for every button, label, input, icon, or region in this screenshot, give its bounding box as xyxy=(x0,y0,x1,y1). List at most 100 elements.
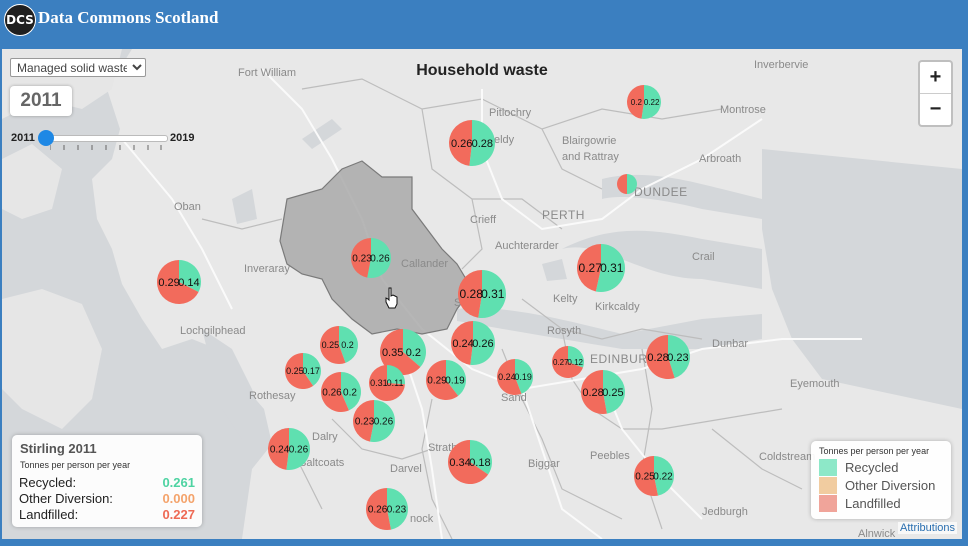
pie-label-landfilled: 0.24 xyxy=(452,338,473,350)
info-label: Other Diversion: xyxy=(19,491,113,506)
info-row-landfilled: Landfilled: 0.227 xyxy=(19,507,195,522)
pie-label-recycled: 0.26 xyxy=(289,445,309,456)
place-label: Inveraray xyxy=(244,263,290,275)
place-label: Montrose xyxy=(720,104,766,116)
zoom-in-button[interactable]: + xyxy=(920,62,951,94)
waste-pie-marker[interactable]: 0.220.2 xyxy=(626,84,662,120)
waste-pie-marker[interactable]: 0.190.29 xyxy=(425,359,467,401)
app-logo[interactable]: DCS xyxy=(4,4,36,36)
info-value-recycled: 0.261 xyxy=(162,475,195,490)
metric-select[interactable]: Managed solid waste xyxy=(10,58,146,77)
pie-label-recycled: 0.26 xyxy=(374,417,394,428)
waste-pie-marker[interactable]: 0.140.29 xyxy=(156,259,202,305)
pie-label-recycled: 0.26 xyxy=(472,338,493,350)
waste-pie-marker[interactable]: 0.220.25 xyxy=(633,455,675,497)
info-label: Landfilled: xyxy=(19,507,79,522)
info-title: Stirling 2011 xyxy=(20,441,97,456)
legend-swatch-recycled xyxy=(819,459,837,476)
legend-label: Recycled xyxy=(845,460,899,475)
pie-label-landfilled: 0.23 xyxy=(355,417,375,428)
waste-pie-marker[interactable]: 0.180.34 xyxy=(447,439,493,485)
waste-pie-marker[interactable]: 0.20.25 xyxy=(319,325,359,365)
pie-label-recycled: 0.14 xyxy=(178,277,199,289)
pie-label-landfilled: 0.29 xyxy=(158,277,179,289)
place-label: PERTH xyxy=(542,208,585,222)
waste-pie-marker[interactable]: 0.230.28 xyxy=(645,334,691,380)
waste-pie-marker[interactable]: 0.310.27 xyxy=(576,243,626,293)
info-panel: Stirling 2011 Tonnes per person per year… xyxy=(12,435,202,527)
place-label: Dalry xyxy=(312,431,338,443)
pie-label-recycled: 0.2 xyxy=(341,340,354,350)
place-label: DUNDEE xyxy=(634,185,688,199)
place-label: Biggar xyxy=(528,458,560,470)
legend-title: Tonnes per person per year xyxy=(819,446,930,456)
waste-pie-marker[interactable]: 0.260.24 xyxy=(267,427,311,471)
pie-label-recycled: 0.28 xyxy=(472,138,493,150)
info-row-other-diversion: Other Diversion: 0.000 xyxy=(19,491,195,506)
map-view[interactable]: Fort William Inverbervie Pitlochry Montrose… xyxy=(2,49,962,539)
waste-pie-marker[interactable]: 0.260.23 xyxy=(350,237,392,279)
year-display: 2011 xyxy=(10,86,72,116)
waste-pie-marker[interactable]: 0.230.26 xyxy=(365,487,409,531)
pie-label-landfilled: 0.28 xyxy=(582,387,603,399)
map-title: Household waste xyxy=(416,62,548,79)
pie-label-landfilled: 0.27 xyxy=(553,358,569,367)
place-label: Peebles xyxy=(590,450,630,462)
pie-label-recycled: 0.18 xyxy=(469,457,490,469)
info-value-other-diversion: 0.000 xyxy=(162,491,195,506)
waste-pie-marker[interactable]: 0.310.28 xyxy=(457,269,507,319)
year-slider-track[interactable] xyxy=(44,135,168,142)
place-label: Crail xyxy=(692,251,715,263)
legend-swatch-other-diversion xyxy=(819,477,837,494)
place-label: Blairgowrie xyxy=(562,135,617,147)
waste-pie-marker[interactable]: 0.190.24 xyxy=(496,358,534,396)
info-subtitle: Tonnes per person per year xyxy=(20,460,131,470)
slider-max-label: 2019 xyxy=(170,132,195,144)
waste-pie-marker[interactable]: 0.110.31 xyxy=(368,364,406,402)
place-label: nock xyxy=(410,513,434,525)
waste-pie-marker[interactable]: 0.260.23 xyxy=(352,399,396,443)
info-row-recycled: Recycled: 0.261 xyxy=(19,475,195,490)
waste-pie-marker[interactable] xyxy=(616,173,638,195)
app-title[interactable]: Data Commons Scotland xyxy=(38,8,218,28)
pie-label-landfilled: 0.25 xyxy=(635,472,655,483)
place-label: Rosyth xyxy=(547,325,582,337)
pie-label-recycled: 0.22 xyxy=(653,472,673,483)
place-label: Callander xyxy=(401,258,449,270)
year-slider-knob[interactable] xyxy=(38,130,54,146)
pie-label-landfilled: 0.29 xyxy=(427,376,447,387)
zoom-control: + − xyxy=(918,60,953,127)
place-label: Arbroath xyxy=(699,153,742,165)
pie-label-recycled: 0.19 xyxy=(445,376,465,387)
header-bar: DCS Data Commons Scotland xyxy=(0,0,968,48)
pie-label-landfilled: 0.26 xyxy=(368,505,388,516)
place-label: Lochgilphead xyxy=(180,325,246,337)
place-label: Coldstream xyxy=(759,451,816,463)
pie-label-recycled: 0.12 xyxy=(567,358,583,367)
place-label: Pitlochry xyxy=(489,107,532,119)
place-label: eldy xyxy=(494,134,515,146)
pie-label-landfilled: 0.25 xyxy=(322,340,340,350)
place-label: Kelty xyxy=(553,293,578,305)
pie-label-recycled: 0.26 xyxy=(370,254,390,265)
zoom-out-button[interactable]: − xyxy=(920,94,951,125)
waste-pie-marker[interactable]: 0.280.26 xyxy=(448,119,496,167)
place-label: Kirkcaldy xyxy=(595,301,640,313)
pie-label-landfilled: 0.31 xyxy=(370,378,388,388)
place-label: Jedburgh xyxy=(702,506,748,518)
pie-slice-landfilled xyxy=(617,174,627,194)
pie-label-landfilled: 0.25 xyxy=(286,366,304,376)
place-label: Auchterarder xyxy=(495,240,559,252)
place-label: and Rattray xyxy=(562,151,619,163)
waste-pie-marker[interactable]: 0.250.28 xyxy=(580,369,626,415)
legend-item-recycled: Recycled xyxy=(819,459,949,477)
pie-label-landfilled: 0.23 xyxy=(352,254,372,265)
pie-label-landfilled: 0.27 xyxy=(579,261,603,275)
pie-label-landfilled: 0.26 xyxy=(451,138,472,150)
waste-pie-marker[interactable]: 0.170.25 xyxy=(284,352,322,390)
attributions-link[interactable]: Attributions xyxy=(898,522,958,534)
slider-min-label: 2011 xyxy=(11,132,35,144)
pie-label-landfilled: 0.28 xyxy=(647,352,668,364)
place-label: Rothesay xyxy=(249,390,296,402)
pie-label-recycled: 0.22 xyxy=(644,98,660,107)
